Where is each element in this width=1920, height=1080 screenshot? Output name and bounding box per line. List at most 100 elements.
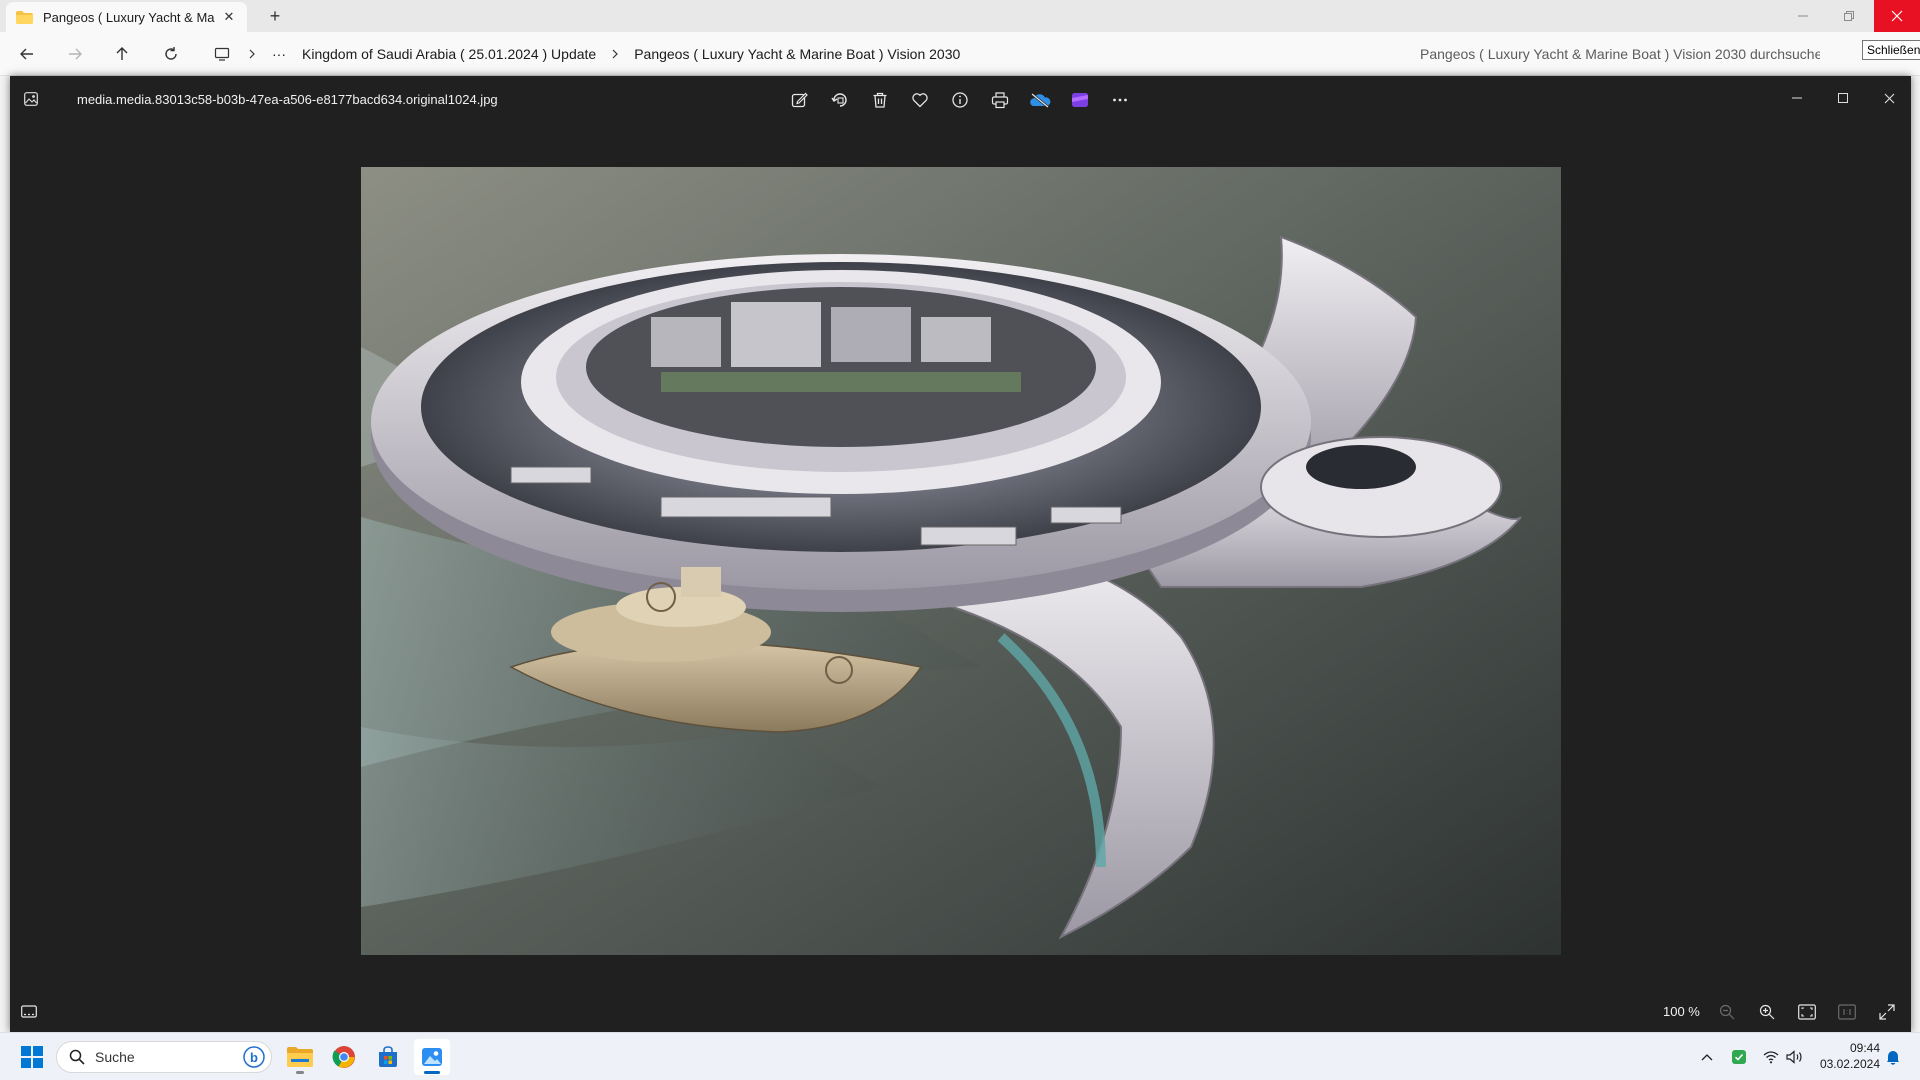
tab-close-icon[interactable]: ✕ [221,9,237,25]
chevron-right-icon[interactable] [604,47,626,62]
restore-button[interactable] [1826,0,1872,32]
delete-icon [873,92,887,108]
search-input[interactable]: Pangeos ( Luxury Yacht & Marine Boat ) V… [1408,38,1820,70]
actual-size-button[interactable] [1836,1002,1858,1022]
zoom-out-icon [1719,1004,1735,1020]
image-filename: media.media.83013c58-b03b-47ea-a506-e817… [77,92,498,107]
taskbar-chrome[interactable] [326,1039,362,1075]
fullscreen-button[interactable] [1876,1002,1898,1022]
favorite-icon [912,93,928,108]
displayed-photo[interactable] [361,167,1561,955]
clipchamp-icon [1072,93,1088,107]
chrome-icon [332,1046,355,1068]
photos-close-button[interactable] [1874,86,1904,110]
taskbar-search-box[interactable]: Suche b [56,1041,272,1073]
fit-window-icon [1798,1004,1816,1020]
breadcrumb-overflow-button[interactable]: ··· [200,46,294,62]
explorer-address-bar: ··· Kingdom of Saudi Arabia ( 25.01.2024… [0,32,1920,76]
windows-logo-icon [21,1046,43,1068]
onedrive-button[interactable] [1028,88,1052,112]
forward-button[interactable] [60,40,90,68]
breadcrumb: ··· Kingdom of Saudi Arabia ( 25.01.2024… [200,38,1402,70]
breadcrumb-item-pangeos[interactable]: Pangeos ( Luxury Yacht & Marine Boat ) V… [626,46,968,62]
clock-time: 09:44 [1849,1041,1880,1055]
more-icon [1113,98,1127,102]
clock-date: 03.02.2024 [1819,1057,1880,1071]
more-button[interactable] [1108,88,1132,112]
clipchamp-button[interactable] [1068,88,1092,112]
filmstrip-icon [21,1005,37,1018]
explorer-left-edge [0,76,10,1032]
back-button[interactable] [12,40,42,68]
folder-icon [16,10,33,24]
tray-overflow-button[interactable] [1696,1045,1718,1069]
rotate-icon [831,93,847,107]
explorer-right-edge [1911,76,1920,1032]
explorer-tab[interactable]: Pangeos ( Luxury Yacht & Marine Boat ) V… [6,2,247,32]
close-tooltip: Schließen [1862,40,1920,60]
up-button[interactable] [107,40,137,68]
running-indicator [296,1071,304,1074]
taskbar-store[interactable] [370,1039,406,1075]
store-icon [379,1046,397,1067]
new-tab-button[interactable]: + [262,4,288,28]
onedrive-icon [1030,93,1051,108]
delete-button[interactable] [868,88,892,112]
minimize-icon [1798,15,1808,17]
minimize-button[interactable] [1780,0,1826,32]
taskbar-search-label: Suche [95,1049,135,1065]
info-icon [952,92,968,108]
arrow-up-icon [116,47,128,60]
edit-image-icon [791,92,808,108]
close-button[interactable] [1874,0,1920,32]
taskbar: Suche b 09:44 03.02.2024 [0,1032,1920,1080]
photos-maximize-button[interactable] [1828,86,1858,110]
rotate-button[interactable] [828,88,852,112]
active-indicator [424,1071,440,1074]
filmstrip-button[interactable] [18,1002,40,1022]
start-button[interactable] [14,1039,50,1075]
taskbar-clock[interactable]: 09:44 03.02.2024 [1808,1040,1880,1072]
close-icon [1884,93,1894,103]
tray-wifi[interactable] [1760,1045,1782,1069]
breadcrumb-item-kingdom[interactable]: Kingdom of Saudi Arabia ( 25.01.2024 ) U… [294,46,604,62]
favorite-button[interactable] [908,88,932,112]
taskbar-file-explorer[interactable] [282,1039,318,1075]
photos-app-icon [24,92,38,106]
fit-to-window-button[interactable] [1796,1002,1818,1022]
tray-security[interactable] [1728,1045,1750,1069]
svg-text:b: b [250,1050,258,1065]
photos-minimize-button[interactable] [1782,86,1812,110]
restore-icon [1844,11,1854,21]
edit-image-button[interactable] [788,88,812,112]
zoom-level: 100 % [1663,1004,1700,1019]
photos-title-bar: media.media.83013c58-b03b-47ea-a506-e817… [10,76,1911,124]
taskbar-photos[interactable] [414,1039,450,1075]
arrow-left-icon [20,48,33,60]
tray-notifications[interactable] [1882,1045,1904,1069]
zoom-in-button[interactable] [1756,1002,1778,1022]
fullscreen-icon [1879,1004,1895,1020]
zoom-in-icon [1759,1004,1775,1020]
photos-icon [422,1048,442,1066]
minimize-icon [1792,97,1802,99]
search-icon [69,1049,85,1065]
tab-title: Pangeos ( Luxury Yacht & Marine Boat ) V… [43,9,215,25]
photos-window: media.media.83013c58-b03b-47ea-a506-e817… [10,76,1911,1032]
print-button[interactable] [988,88,1012,112]
print-icon [991,92,1009,109]
tray-volume[interactable] [1784,1045,1806,1069]
arrow-right-icon [69,48,82,60]
zoom-out-button[interactable] [1716,1002,1738,1022]
bing-icon[interactable]: b [243,1046,265,1068]
explorer-tab-bar: Pangeos ( Luxury Yacht & Marine Boat ) V… [0,0,1920,32]
close-icon [1891,10,1903,22]
info-button[interactable] [948,88,972,112]
volume-icon [1786,1050,1802,1064]
refresh-button[interactable] [156,40,186,68]
file-explorer-icon [287,1047,313,1067]
wifi-icon [1763,1051,1779,1064]
chevron-up-icon [1701,1054,1713,1061]
security-check-icon [1732,1050,1746,1064]
actual-size-icon [1838,1004,1856,1020]
